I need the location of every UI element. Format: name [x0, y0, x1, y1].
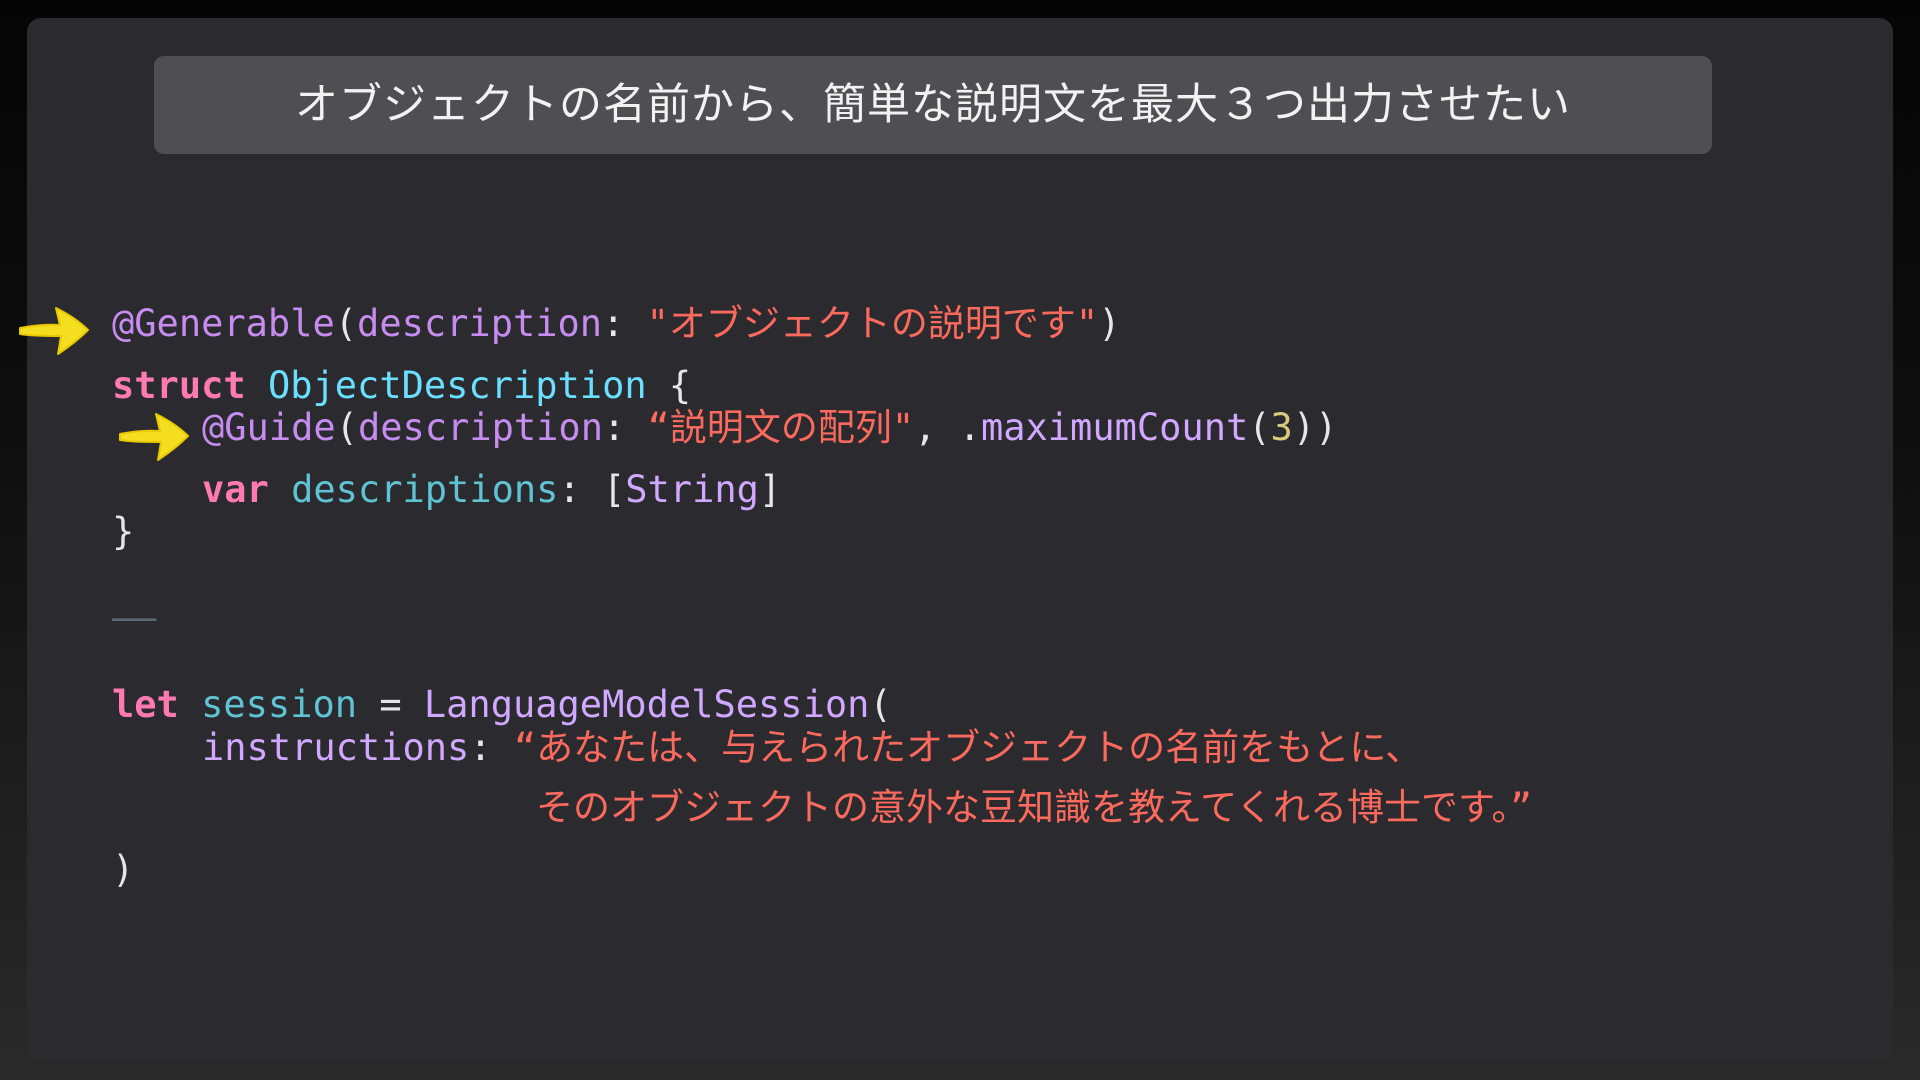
slide-panel — [27, 18, 1893, 1061]
code-line-struct: struct ObjectDescription { — [112, 364, 692, 407]
code-line-var: var descriptions: [String] — [202, 468, 782, 511]
code-line-let-session: let session = LanguageModelSession( — [112, 683, 892, 726]
pointing-arrow-icon — [119, 413, 189, 461]
string-literal: “あなたは、与えられたオブジェクトの名前をもとに、 — [513, 726, 1423, 769]
attribute-token: @Generable — [112, 302, 335, 345]
string-literal: “説明文の配列" — [647, 406, 915, 449]
variable-name: session — [201, 683, 358, 726]
type-name: LanguageModelSession — [423, 683, 870, 726]
pointing-arrow-icon — [19, 307, 89, 355]
parameter-label: description — [357, 406, 603, 449]
code-line-generable: @Generable(description: "オブジェクトの説明です") — [112, 302, 1121, 345]
property-name: descriptions — [291, 468, 559, 511]
attribute-token: @Guide — [202, 406, 336, 449]
keyword-token: var — [202, 468, 269, 511]
slide-title-banner: オブジェクトの名前から、簡単な説明文を最大３つ出力させたい — [154, 56, 1712, 154]
string-literal: "オブジェクトの説明です" — [646, 302, 1099, 345]
code-line-instructions-continued: そのオブジェクトの意外な豆知識を教えてくれる博士です。” — [536, 786, 1532, 830]
number-literal: 3 — [1270, 406, 1293, 449]
code-separator: —— — [112, 596, 157, 639]
parameter-label: instructions — [202, 726, 470, 769]
parameter-label: description — [357, 302, 603, 345]
code-line-close-brace: } — [112, 510, 135, 553]
keyword-token: struct — [112, 364, 246, 407]
code-line-guide: @Guide(description: “説明文の配列", .maximumCo… — [202, 406, 1338, 449]
code-line-instructions: instructions: “あなたは、与えられたオブジェクトの名前をもとに、 — [202, 726, 1423, 769]
keyword-token: let — [112, 683, 179, 726]
method-name: maximumCount — [980, 406, 1249, 449]
string-literal: そのオブジェクトの意外な豆知識を教えてくれる博士です。” — [536, 786, 1533, 829]
code-line-close-paren: ) — [112, 848, 135, 891]
type-name: String — [625, 468, 759, 511]
type-name: ObjectDescription — [267, 364, 647, 407]
